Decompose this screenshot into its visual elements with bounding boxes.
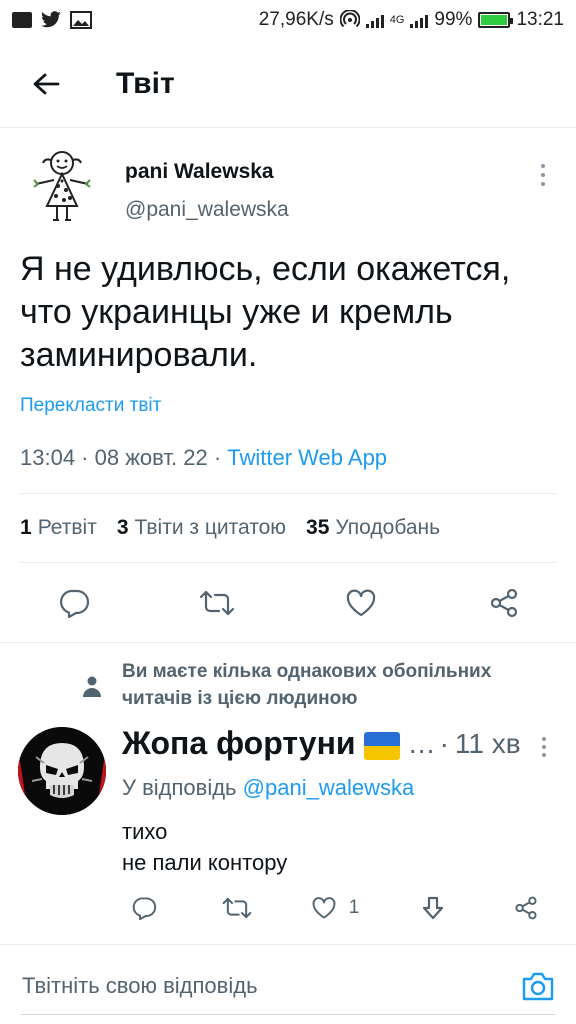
likes-stat[interactable]: 35 Уподобань: [306, 516, 440, 540]
tweet-stats: 1 Ретвіт 3 Твіти з цитатою 35 Уподобань: [20, 516, 440, 540]
app-header: Твіт: [0, 40, 576, 128]
reply-downvote-button[interactable]: [413, 888, 453, 928]
battery-fill: [481, 15, 508, 25]
meta-separator: ·: [207, 445, 228, 470]
network-speed: 27,96K/s: [258, 9, 334, 30]
avatar-doodle: [33, 151, 91, 221]
ukraine-flag-icon: [363, 731, 400, 760]
signal-icon: [365, 12, 384, 28]
reply-reply-button[interactable]: [124, 888, 164, 928]
tweet-time: 13:04: [20, 445, 76, 470]
battery-percent: 99%: [434, 9, 473, 30]
replying-to-handle[interactable]: @pani_walewska: [243, 775, 415, 800]
retweet-icon: [200, 590, 235, 616]
flipboard-icon: [12, 12, 32, 28]
translate-link[interactable]: Перекласти твіт: [20, 395, 161, 417]
retweet-button[interactable]: [197, 583, 237, 623]
share-button[interactable]: [484, 583, 524, 623]
reply-button[interactable]: [54, 583, 94, 623]
tweet-actions: [20, 580, 556, 626]
skull-avatar-image: [18, 727, 106, 815]
reply-time: 11 хв: [454, 727, 521, 759]
reply-icon: [132, 897, 157, 920]
hotspot-icon: [339, 10, 360, 28]
author-avatar[interactable]: [22, 146, 102, 226]
reply-author-name[interactable]: Жопа фортуни: [122, 725, 356, 762]
reply-like-button[interactable]: 1: [311, 896, 360, 920]
divider: [20, 493, 556, 494]
reply-composer-input[interactable]: [22, 966, 500, 1006]
divider: [20, 562, 556, 563]
share-icon: [515, 896, 537, 920]
battery-icon: [478, 12, 514, 28]
like-icon: [346, 589, 375, 617]
person-icon: [83, 676, 101, 697]
camera-icon: [522, 972, 554, 1001]
share-icon: [490, 588, 518, 618]
reply-text-line: тихо: [122, 819, 168, 844]
likes-count: 35: [306, 516, 330, 539]
reply-text-line: не пали контору: [122, 850, 288, 875]
retweet-icon: [223, 897, 252, 919]
reply-header: Жопа фортуни … · 11 хв: [122, 725, 532, 762]
retweets-count: 1: [20, 516, 32, 539]
twitter-icon: [41, 11, 61, 28]
arrow-left-icon: [33, 73, 60, 94]
reply-actions: 1: [118, 888, 558, 928]
composer-separator: [0, 944, 576, 945]
more-options-button[interactable]: [530, 160, 556, 190]
reply-share-button[interactable]: [506, 888, 546, 928]
time-separator: ·: [439, 727, 449, 759]
section-separator: [0, 642, 576, 643]
composer-underline: [20, 1014, 556, 1015]
author-name[interactable]: pani Walewska: [125, 160, 274, 184]
replying-to-prefix: У відповідь: [122, 775, 237, 800]
likes-label: Уподобань: [335, 516, 441, 539]
social-context: Ви маєте кілька однакових обопільних чит…: [122, 661, 492, 709]
name-ellipsis: …: [407, 727, 436, 759]
tweet-source-app[interactable]: Twitter Web App: [227, 445, 387, 470]
status-bar: 27,96K/s 4G 99% 13:21: [0, 0, 576, 40]
meta-separator: ·: [75, 445, 95, 470]
quotes-label: Твіти з цитатою: [134, 516, 287, 539]
tweet-meta: 13:04 · 08 жовт. 22 · Twitter Web App: [20, 445, 387, 471]
status-indicators: 27,96K/s 4G 99% 13:21: [259, 9, 564, 31]
clock: 13:21: [516, 9, 564, 30]
reply-retweet-button[interactable]: [217, 888, 257, 928]
quotes-stat[interactable]: 3 Твіти з цитатою: [117, 516, 286, 540]
signal-4g-icon: [410, 12, 429, 28]
author-handle[interactable]: @pani_walewska: [125, 198, 289, 222]
replying-to: У відповідь @pani_walewska: [122, 775, 414, 801]
retweets-stat[interactable]: 1 Ретвіт: [20, 516, 97, 540]
reply-icon: [60, 589, 90, 618]
retweets-label: Ретвіт: [37, 516, 97, 539]
camera-button[interactable]: [518, 966, 558, 1006]
status-notifications: [12, 11, 92, 29]
tweet-date: 08 жовт. 22: [94, 445, 208, 470]
reply-more-options-button[interactable]: [534, 734, 554, 760]
network-type: 4G: [389, 14, 405, 26]
back-button[interactable]: [16, 54, 76, 114]
reply-author-avatar[interactable]: [18, 727, 106, 815]
page-title: Твіт: [116, 66, 175, 100]
reply-text: тихо не пали контору: [122, 816, 287, 878]
tweet-text: Я не удивлюсь, если окажется, что украин…: [20, 250, 511, 374]
quotes-count: 3: [116, 516, 129, 539]
like-icon: [312, 897, 336, 919]
downvote-icon: [422, 896, 443, 920]
reply-like-count: 1: [348, 897, 360, 918]
gallery-icon: [70, 11, 92, 29]
like-button[interactable]: [341, 583, 381, 623]
